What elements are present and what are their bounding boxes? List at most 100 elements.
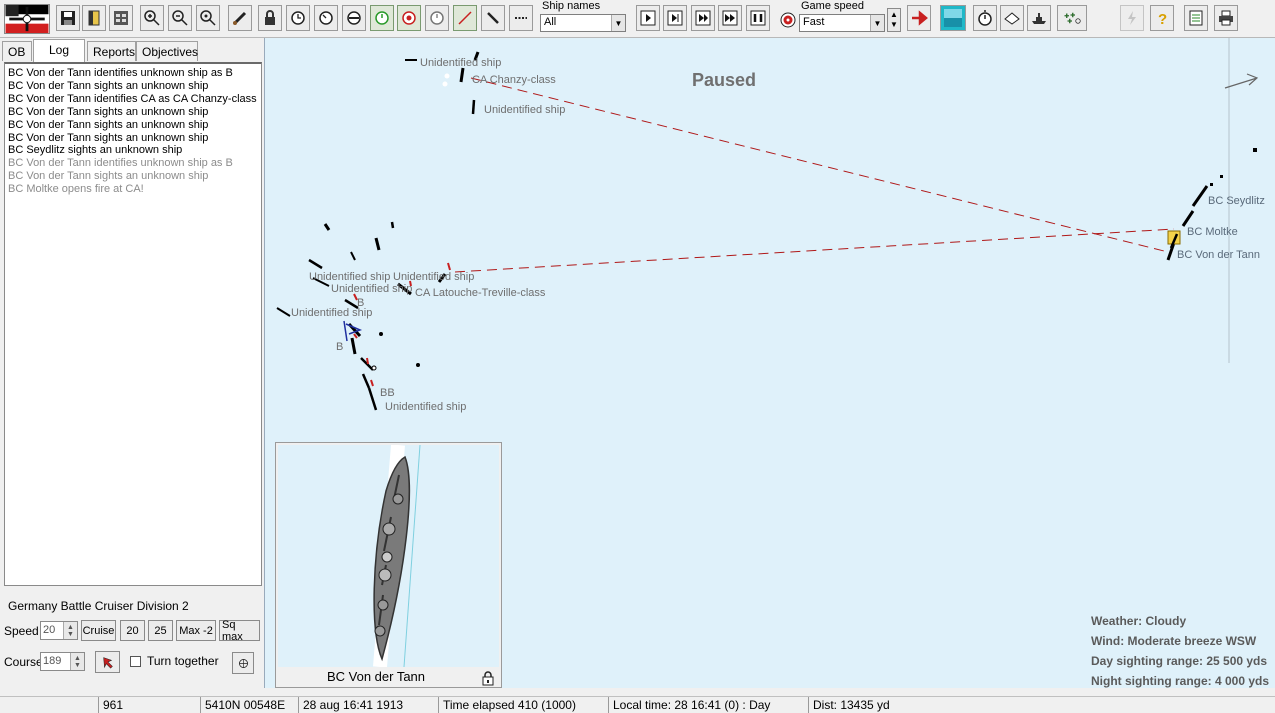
ship-flag-red bbox=[370, 379, 374, 387]
game-speed-select[interactable]: Fast ▼ bbox=[799, 14, 885, 32]
document-icon[interactable] bbox=[1184, 5, 1208, 31]
speed-25-button[interactable]: 25 bbox=[148, 620, 173, 641]
aircraft-group-icon[interactable] bbox=[1057, 5, 1087, 31]
settings-grid-icon[interactable] bbox=[109, 5, 133, 31]
night-sighting-range-text: Night sighting range: 4 000 yds bbox=[1091, 674, 1270, 688]
fast-forward-icon[interactable] bbox=[718, 5, 742, 31]
target-icon[interactable] bbox=[780, 12, 796, 28]
gun-turret bbox=[377, 599, 389, 611]
log-entry: BC Von der Tann sights an unknown ship bbox=[8, 118, 209, 131]
zoom-in-icon[interactable] bbox=[140, 5, 164, 31]
track-line-icon[interactable] bbox=[481, 5, 505, 31]
minus-circle-icon[interactable] bbox=[342, 5, 366, 31]
map-position: 5410N 00548E bbox=[200, 697, 298, 713]
ship-label-von-der-tann[interactable]: BC Von der Tann bbox=[1177, 249, 1260, 261]
ship-marker bbox=[1253, 148, 1257, 152]
ship-marker bbox=[471, 99, 476, 115]
speed-squadron-max-button[interactable]: Sq max bbox=[219, 619, 260, 643]
game-date: 28 aug 16:41 1913 bbox=[298, 697, 438, 713]
exit-door-icon[interactable] bbox=[82, 5, 106, 31]
speed-max-minus-2-button[interactable]: Max -2 bbox=[176, 620, 216, 641]
paused-indicator: Paused bbox=[692, 70, 757, 90]
ship-label[interactable]: Unidentified ship bbox=[291, 307, 372, 319]
ship-label[interactable]: Unidentified ship bbox=[393, 271, 474, 283]
clock-icon[interactable] bbox=[286, 5, 310, 31]
turn-counter: 961 bbox=[98, 697, 200, 713]
ship-label[interactable]: B bbox=[336, 341, 343, 353]
red-arrow-icon[interactable] bbox=[907, 5, 931, 31]
step-play-icon[interactable] bbox=[636, 5, 660, 31]
gun-turret bbox=[382, 522, 396, 536]
ship-label[interactable]: Unidentified ship bbox=[484, 104, 565, 116]
day-sighting-range-text: Day sighting range: 25 500 yds bbox=[1091, 654, 1268, 668]
ship-marker-moltke bbox=[1181, 210, 1195, 227]
updown-icon: ▲ ▼ bbox=[70, 653, 84, 670]
ship-label-moltke[interactable]: BC Moltke bbox=[1187, 226, 1238, 238]
turn-together-checkbox[interactable] bbox=[130, 656, 141, 667]
speed-cruise-button[interactable]: Cruise bbox=[81, 620, 116, 641]
printer-icon[interactable] bbox=[1214, 5, 1238, 31]
range-green-icon[interactable] bbox=[370, 5, 394, 31]
tab-strip: OB Log Reports Objectives bbox=[2, 39, 262, 62]
speed-value: 20 bbox=[43, 624, 56, 636]
speed-stepper[interactable]: 20 ▲ ▼ bbox=[40, 621, 78, 640]
ship-label-seydlitz[interactable]: BC Seydlitz bbox=[1208, 195, 1265, 207]
range-grey-icon[interactable] bbox=[425, 5, 449, 31]
zoom-out-icon[interactable] bbox=[168, 5, 192, 31]
lightning-icon[interactable] bbox=[1120, 5, 1144, 31]
ship-names-value: All bbox=[544, 16, 557, 28]
ship-flag-red bbox=[366, 357, 369, 365]
formation-button[interactable] bbox=[232, 652, 254, 674]
gun-turret bbox=[392, 493, 404, 505]
step-5-icon[interactable] bbox=[663, 5, 687, 31]
turn-rate-icon[interactable] bbox=[314, 5, 338, 31]
wind-arrow-icon bbox=[1224, 73, 1259, 89]
ship-label[interactable]: CA Latouche-Treville-class bbox=[415, 287, 545, 299]
tab-reports[interactable]: Reports bbox=[87, 41, 136, 61]
nation-flag-icon bbox=[4, 4, 50, 34]
ship-label[interactable]: Unidentified ship bbox=[309, 271, 390, 283]
help-icon[interactable]: ? bbox=[1150, 5, 1174, 31]
stopwatch-icon[interactable] bbox=[973, 5, 997, 31]
step-15-icon[interactable] bbox=[691, 5, 715, 31]
wind-text: Wind: Moderate breeze WSW bbox=[1091, 634, 1257, 648]
ship-marker bbox=[361, 373, 371, 389]
ship-marker bbox=[350, 337, 357, 355]
ship-marker bbox=[367, 387, 378, 411]
range-red-icon[interactable] bbox=[397, 5, 421, 31]
tab-objectives[interactable]: Objectives bbox=[136, 41, 198, 61]
set-course-pointer-button[interactable] bbox=[95, 651, 120, 673]
event-log[interactable]: BC Von der Tann identifies unknown ship … bbox=[4, 62, 262, 586]
chevron-down-icon: ▼ bbox=[611, 15, 625, 31]
course-stepper[interactable]: 189 ▲ ▼ bbox=[40, 652, 85, 671]
ship-marker bbox=[1210, 183, 1213, 186]
notebook-icon[interactable] bbox=[1000, 5, 1024, 31]
red-cursor-icon bbox=[102, 657, 113, 669]
ship-names-select[interactable]: All ▼ bbox=[540, 14, 626, 32]
dots-icon[interactable] bbox=[509, 5, 533, 31]
ship-label[interactable]: Unidentified ship bbox=[385, 401, 466, 413]
ship-icon[interactable] bbox=[1027, 5, 1051, 31]
ship-label[interactable]: Unidentified ship bbox=[420, 57, 501, 69]
game-speed-stepper[interactable]: ▲ ▼ bbox=[887, 8, 901, 32]
left-panel: OB Log Reports Objectives BC Von der Tan… bbox=[0, 38, 264, 688]
sea-view-icon[interactable] bbox=[940, 5, 966, 31]
log-entry: BC Von der Tann sights an unknown ship bbox=[8, 170, 209, 183]
fire-line-icon[interactable] bbox=[453, 5, 477, 31]
tab-log[interactable]: Log bbox=[33, 39, 85, 62]
zoom-fit-icon[interactable] bbox=[196, 5, 220, 31]
ship-label[interactable]: CA Chanzy-class bbox=[472, 74, 556, 86]
battle-map[interactable]: Paused Unidentified ship CA Chanzy-class… bbox=[264, 38, 1275, 688]
speed-20-button[interactable]: 20 bbox=[120, 620, 145, 641]
gun-icon[interactable] bbox=[228, 5, 252, 31]
lock-icon[interactable] bbox=[258, 5, 282, 31]
ship-label[interactable]: BB bbox=[380, 387, 395, 399]
lock-icon[interactable] bbox=[480, 670, 496, 686]
pause-icon[interactable] bbox=[746, 5, 770, 31]
funnel bbox=[381, 551, 393, 563]
ship-label[interactable]: Unidentified ship bbox=[331, 283, 412, 295]
tab-ob[interactable]: OB bbox=[2, 41, 32, 61]
save-icon[interactable] bbox=[56, 5, 80, 31]
ship-marker bbox=[459, 67, 465, 83]
ship-detail-view bbox=[278, 445, 499, 667]
